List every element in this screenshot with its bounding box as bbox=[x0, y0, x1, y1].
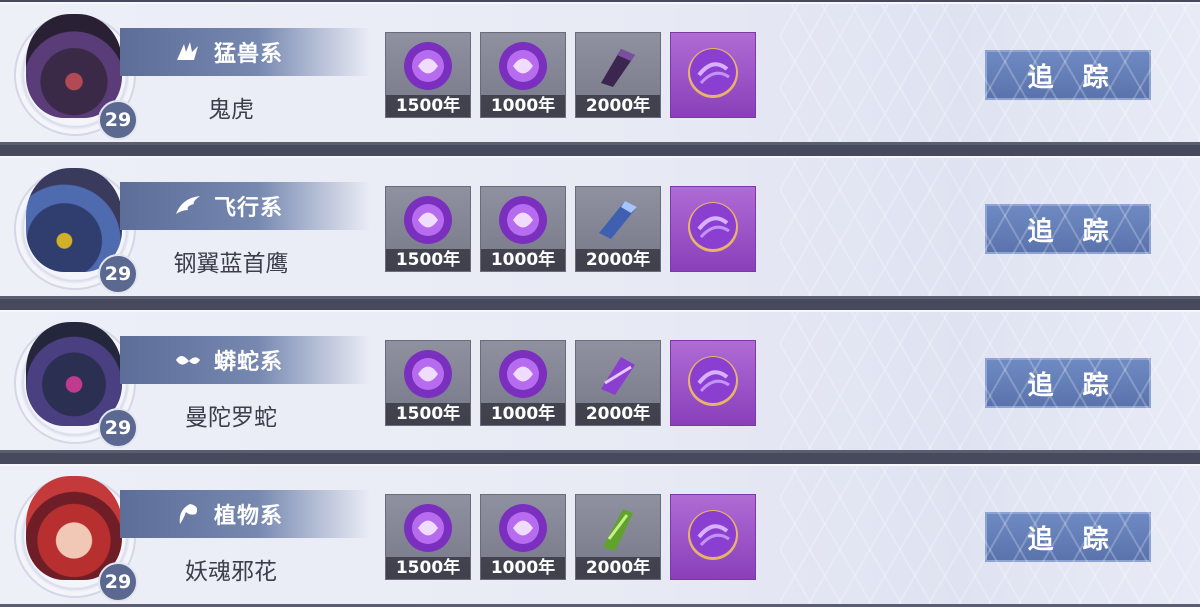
vine-bone-icon bbox=[591, 501, 645, 559]
serpent-icon bbox=[174, 348, 202, 372]
beast-name: 曼陀罗蛇 bbox=[185, 405, 277, 431]
spirit-ring-item[interactable]: 1000年 bbox=[480, 32, 566, 118]
purple-sphere-item[interactable] bbox=[670, 186, 756, 272]
item-age: 1500年 bbox=[386, 403, 470, 425]
spirit-orb-icon bbox=[496, 39, 550, 97]
level-badge: 29 bbox=[98, 562, 138, 602]
item-age: 1500年 bbox=[386, 557, 470, 579]
spirit-ring-item[interactable]: 1500年 bbox=[385, 186, 471, 272]
claw-bone-icon bbox=[591, 39, 645, 97]
spirit-ring-item[interactable]: 1500年 bbox=[385, 494, 471, 580]
item-age: 1500年 bbox=[386, 95, 470, 117]
type-banner: 蟒蛇系 bbox=[120, 336, 370, 384]
spirit-beast-row: 29 猛兽系 鬼虎 1500年 1000年 2000年 追 踪 bbox=[0, 2, 1200, 145]
spirit-ring-item[interactable]: 1000年 bbox=[480, 494, 566, 580]
spirit-orb-icon bbox=[401, 193, 455, 251]
type-banner: 植物系 bbox=[120, 490, 370, 538]
spirit-orb-icon bbox=[401, 501, 455, 559]
item-age: 2000年 bbox=[576, 557, 660, 579]
purple-sphere-icon bbox=[685, 45, 741, 105]
spirit-bone-item[interactable]: 2000年 bbox=[575, 186, 661, 272]
spirit-ring-item[interactable]: 1000年 bbox=[480, 340, 566, 426]
item-age: 1000年 bbox=[481, 95, 565, 117]
spirit-ring-item[interactable]: 1500年 bbox=[385, 340, 471, 426]
item-age: 2000年 bbox=[576, 249, 660, 271]
type-label: 蟒蛇系 bbox=[214, 349, 284, 375]
track-button[interactable]: 追 踪 bbox=[985, 512, 1151, 562]
spirit-ring-item[interactable]: 1500年 bbox=[385, 32, 471, 118]
level-badge: 29 bbox=[98, 408, 138, 448]
type-banner: 猛兽系 bbox=[120, 28, 370, 76]
claw-icon bbox=[174, 40, 202, 64]
spirit-orb-icon bbox=[496, 501, 550, 559]
spirit-beast-row: 29 植物系 妖魂邪花 1500年 1000年 2000年 追 踪 bbox=[0, 464, 1200, 607]
level-badge: 29 bbox=[98, 100, 138, 140]
track-button[interactable]: 追 踪 bbox=[985, 50, 1151, 100]
spirit-orb-icon bbox=[401, 39, 455, 97]
purple-sphere-icon bbox=[685, 199, 741, 259]
purple-sphere-item[interactable] bbox=[670, 340, 756, 426]
spirit-bone-item[interactable]: 2000年 bbox=[575, 494, 661, 580]
beast-name: 钢翼蓝首鹰 bbox=[173, 251, 289, 277]
purple-sphere-item[interactable] bbox=[670, 494, 756, 580]
purple-sphere-icon bbox=[685, 353, 741, 413]
track-button[interactable]: 追 踪 bbox=[985, 358, 1151, 408]
type-label: 植物系 bbox=[214, 503, 284, 529]
spirit-beast-row: 29 蟒蛇系 曼陀罗蛇 1500年 1000年 2000年 追 踪 bbox=[0, 310, 1200, 453]
spirit-beast-row: 29 飞行系 钢翼蓝首鹰 1500年 1000年 2000年 追 踪 bbox=[0, 156, 1200, 299]
spirit-orb-icon bbox=[401, 347, 455, 405]
feather-bone-icon bbox=[591, 193, 645, 251]
purple-sphere-item[interactable] bbox=[670, 32, 756, 118]
spirit-bone-item[interactable]: 2000年 bbox=[575, 340, 661, 426]
item-age: 1000年 bbox=[481, 557, 565, 579]
purple-sphere-icon bbox=[685, 507, 741, 567]
item-age: 1000年 bbox=[481, 249, 565, 271]
level-badge: 29 bbox=[98, 254, 138, 294]
type-banner: 飞行系 bbox=[120, 182, 370, 230]
leaf-icon bbox=[174, 502, 202, 526]
spirit-ring-item[interactable]: 1000年 bbox=[480, 186, 566, 272]
beast-name: 鬼虎 bbox=[208, 97, 254, 123]
item-age: 2000年 bbox=[576, 403, 660, 425]
spirit-orb-icon bbox=[496, 347, 550, 405]
wing-icon bbox=[174, 194, 202, 218]
type-label: 飞行系 bbox=[214, 195, 284, 221]
item-age: 1500年 bbox=[386, 249, 470, 271]
item-age: 1000年 bbox=[481, 403, 565, 425]
track-button[interactable]: 追 踪 bbox=[985, 204, 1151, 254]
snake-bone-icon bbox=[591, 347, 645, 405]
type-label: 猛兽系 bbox=[214, 41, 284, 67]
spirit-orb-icon bbox=[496, 193, 550, 251]
item-age: 2000年 bbox=[576, 95, 660, 117]
beast-name: 妖魂邪花 bbox=[185, 559, 277, 585]
spirit-bone-item[interactable]: 2000年 bbox=[575, 32, 661, 118]
